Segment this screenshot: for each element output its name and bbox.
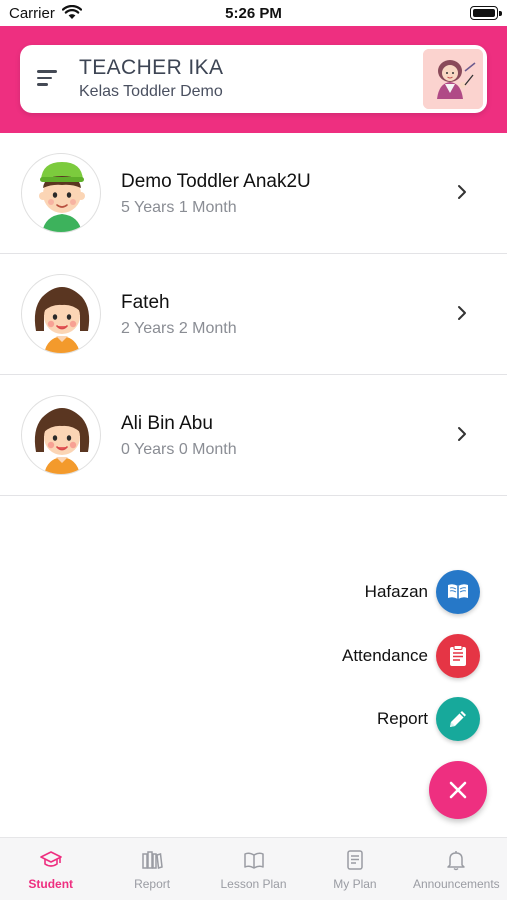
nav-student[interactable]: Student [0,838,101,900]
girl-avatar-icon [34,287,90,353]
boy-cap-avatar-icon [39,162,85,232]
teacher-name: TEACHER IKA [79,56,224,79]
pencil-icon [450,711,466,727]
fab-attendance[interactable]: Attendance [280,634,480,680]
student-age: 2 Years 2 Month [121,320,237,337]
teacher-card: TEACHER IKA Kelas Toddler Demo [20,45,487,113]
books-icon [142,851,163,869]
hafazan-button[interactable] [436,570,480,614]
nav-lesson-plan-label: Lesson Plan [220,877,287,891]
bell-icon [447,851,466,871]
fab-report[interactable]: Report [280,697,480,743]
screen: Carrier 5:26 PM TEACHER IKA Kelas Toddle… [0,0,507,900]
teacher-avatar[interactable] [423,49,483,109]
clipboard-icon [450,645,466,666]
girl-avatar-icon [34,408,90,474]
teacher-illustration-icon [423,49,483,109]
graduation-cap-icon [39,851,62,867]
status-time: 5:26 PM [225,5,282,22]
student-avatar [21,395,101,475]
header: TEACHER IKA Kelas Toddler Demo [0,26,507,133]
nav-announcements-label: Announcements [412,877,500,891]
student-row[interactable]: Ali Bin Abu 0 Years 0 Month [0,375,507,496]
nav-student-label: Student [28,877,74,891]
student-row[interactable]: Demo Toddler Anak2U 5 Years 1 Month [0,133,507,254]
nav-my-plan-label: My Plan [333,877,377,891]
student-name: Ali Bin Abu [121,413,213,434]
nav-announcements[interactable]: Announcements [406,838,507,900]
report-button[interactable] [436,697,480,741]
student-name: Demo Toddler Anak2U [121,171,311,192]
fab-close-button[interactable] [429,761,487,819]
student-avatar [21,274,101,354]
bottom-nav: Student Report Lesson Plan My Plan Annou… [0,837,507,900]
open-book-icon [243,852,264,869]
fab-report-label: Report [376,709,428,728]
fab-hafazan-label: Hafazan [364,582,428,601]
class-name: Kelas Toddler Demo [79,83,223,100]
student-age: 5 Years 1 Month [121,199,237,216]
battery-icon [470,6,502,20]
attendance-button[interactable] [436,634,480,678]
student-name: Fateh [121,292,170,313]
student-avatar [21,153,101,233]
fab-hafazan[interactable]: Hafazan [280,570,480,616]
student-age: 0 Years 0 Month [121,441,237,458]
fab-attendance-label: Attendance [341,646,428,665]
status-bar: Carrier 5:26 PM [0,0,507,26]
nav-report-label: Report [134,877,171,891]
student-row[interactable]: Fateh 2 Years 2 Month [0,254,507,375]
chevron-right-icon[interactable] [455,183,469,201]
chevron-right-icon[interactable] [455,425,469,443]
nav-report[interactable]: Report [101,838,202,900]
nav-lesson-plan[interactable]: Lesson Plan [203,838,304,900]
book-icon [448,584,468,599]
nav-my-plan[interactable]: My Plan [304,838,405,900]
chevron-right-icon[interactable] [455,304,469,322]
menu-icon[interactable] [37,70,57,86]
document-icon [347,850,363,870]
student-list: Demo Toddler Anak2U 5 Years 1 Month Fate… [0,133,507,496]
close-icon [449,781,467,799]
